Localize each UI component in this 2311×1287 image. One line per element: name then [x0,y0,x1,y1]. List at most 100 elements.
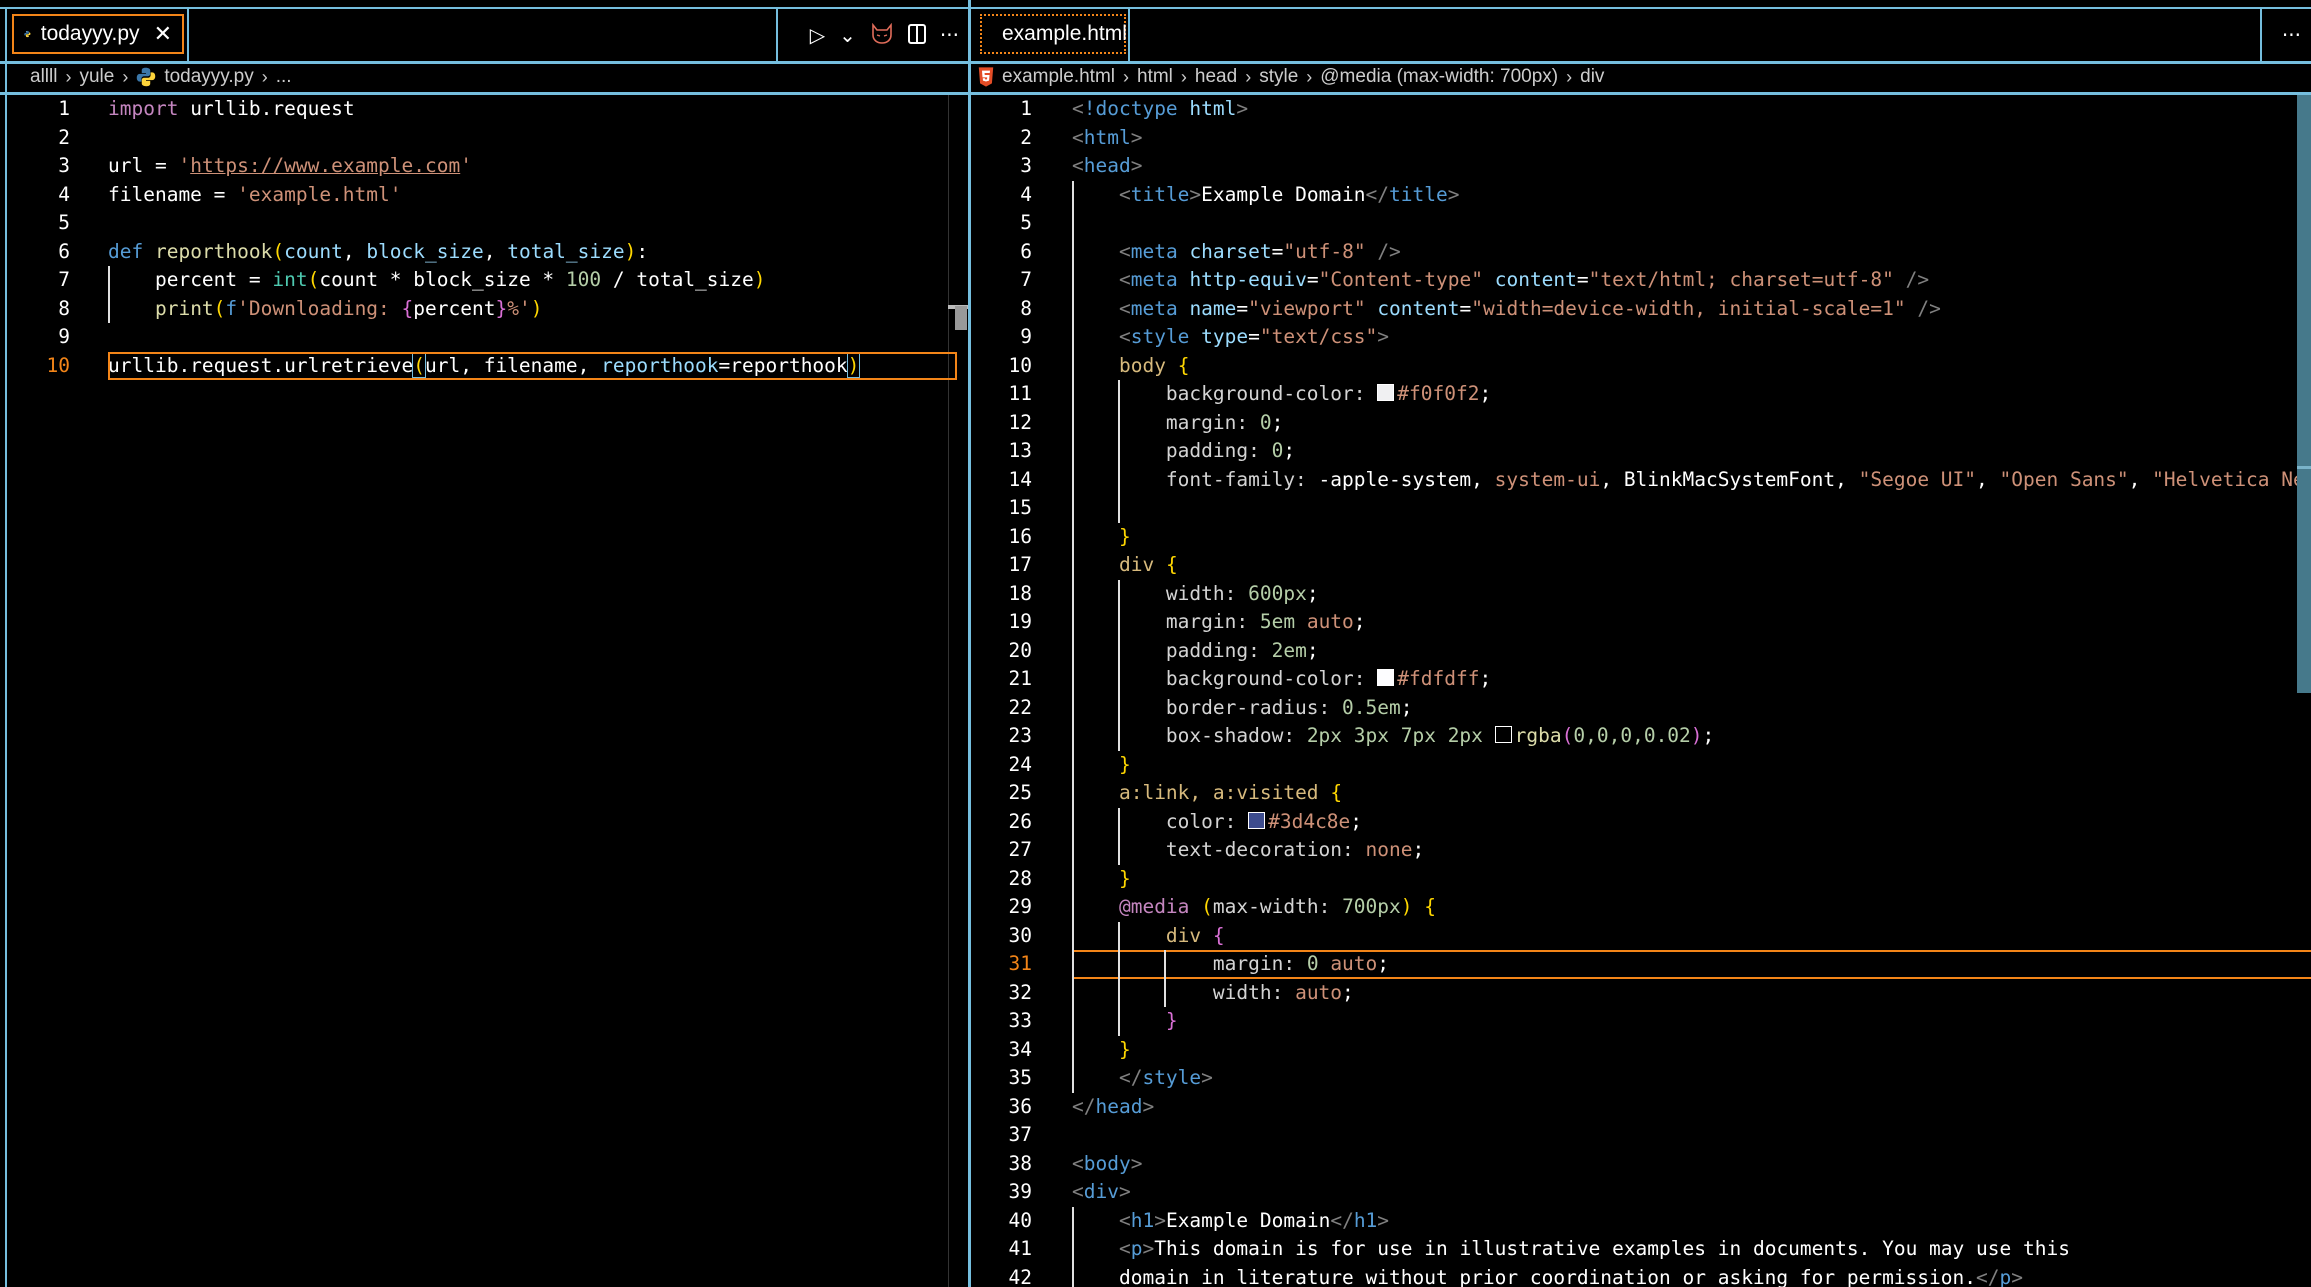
copilot-button[interactable] [870,22,894,48]
code-line[interactable]: 16 } [970,523,2311,552]
run-button[interactable]: ▷ [810,25,825,45]
more-actions-button[interactable]: ··· [940,25,959,45]
line-number: 36 [1008,1094,1032,1118]
code-text: <meta name="viewport" content="width=dev… [1118,296,1941,320]
code-line[interactable]: 7 percent = int(count * block_size * 100… [0,266,969,295]
code-line[interactable]: 25 a:link, a:visited { [970,779,2311,808]
code-line[interactable]: 22 border-radius: 0.5em; [970,694,2311,723]
code-line[interactable]: 3 <head> [970,152,2311,181]
breadcrumb-item[interactable]: ... [276,66,292,88]
code-line[interactable]: 15 [970,494,2311,523]
code-line[interactable]: 35 </style> [970,1064,2311,1093]
code-line[interactable]: 8 print(f'Downloading: {percent}%') [0,295,969,324]
code-line[interactable]: 20 padding: 2em; [970,637,2311,666]
code-line[interactable]: 37 [970,1121,2311,1150]
code-line[interactable]: 23 box-shadow: 2px 3px 7px 2px rgba(0,0,… [970,722,2311,751]
breadcrumb-item[interactable]: todayyy.py [164,66,253,88]
code-line[interactable]: 34 } [970,1036,2311,1065]
code-line[interactable]: 4 filename = 'example.html' [0,181,969,210]
code-line[interactable]: 13 padding: 0; [970,437,2311,466]
code-line[interactable]: 18 width: 600px; [970,580,2311,609]
code-line[interactable]: 8 <meta name="viewport" content="width=d… [970,295,2311,324]
code-line[interactable]: 24 } [970,751,2311,780]
code-line[interactable]: 26 color: #3d4c8e; [970,808,2311,837]
code-text: margin: 0; [1165,410,1284,434]
more-actions-button[interactable]: ··· [2282,25,2301,45]
tab-todayyy-py[interactable]: todayyy.py ✕ [12,14,184,54]
copilot-cat-icon [872,22,892,44]
indent-guide [1072,1206,1074,1287]
breadcrumb-item[interactable]: style [1259,66,1298,88]
code-line[interactable]: 5 [0,209,969,238]
code-text: padding: 2em; [1165,638,1319,662]
vertical-scrollbar[interactable] [2297,95,2311,693]
code-line[interactable]: 21 background-color: #fdfdff; [970,665,2311,694]
code-line[interactable]: 32 width: auto; [970,979,2311,1008]
code-line[interactable]: 6 <meta charset="utf-8" /> [970,238,2311,267]
code-line[interactable]: 9 <style type="text/css"> [970,323,2311,352]
breadcrumb-item[interactable]: @media (max-width: 700px) [1320,66,1558,88]
code-line[interactable]: 36 </head> [970,1093,2311,1122]
code-line[interactable]: 19 margin: 5em auto; [970,608,2311,637]
code-line[interactable]: 39 <div> [970,1178,2311,1207]
code-line[interactable]: 38 <body> [970,1150,2311,1179]
line-number: 35 [1008,1066,1032,1089]
line-number: 8 [58,296,70,320]
code-text: <style type="text/css"> [1118,325,1390,348]
code-text: <title>Example Domain</title> [1118,182,1460,206]
code-line[interactable]: 5 [970,209,2311,238]
current-line-highlight [1072,950,2311,979]
breadcrumb-item[interactable]: example.html [1002,66,1115,88]
right-editor-group: example.html ··· example.html › html › head ›… [970,0,2311,1287]
tab-example-html[interactable]: example.html [980,14,1127,54]
code-editor-python[interactable]: 1 import urllib.request 2 3 url = 'https://w… [0,95,969,1287]
code-line[interactable]: 12 margin: 0; [970,409,2311,438]
code-line[interactable]: 2 [0,124,969,153]
code-line[interactable]: 42 domain in literature without prior co… [970,1264,2311,1287]
code-line[interactable]: 6 def reporthook(count, block_size, total… [0,238,969,267]
line-number: 4 [58,182,70,206]
line-number: 19 [1008,610,1032,633]
breadcrumb-item[interactable]: div [1580,66,1604,88]
code-line[interactable]: 30 div { [970,922,2311,951]
code-line[interactable]: 28 } [970,865,2311,894]
code-text: <body> [1072,1151,1143,1175]
breadcrumb: allll › yule › todayyy.py ›... [0,62,969,95]
code-line[interactable]: 3 url = 'https://www.example.com' [0,152,969,181]
code-line[interactable]: 33 } [970,1007,2311,1036]
code-line[interactable]: 9 [0,323,969,352]
code-line[interactable]: 14 font-family: -apple-system, system-ui… [970,466,2311,495]
code-line[interactable]: 29 @media (max-width: 700px) { [970,893,2311,922]
html5-icon [978,67,994,87]
line-number: 23 [1008,724,1032,747]
code-text: } [1165,1009,1178,1032]
tab-label: example.html [1002,22,1127,45]
code-line[interactable]: 10 body { [970,352,2311,381]
code-line[interactable]: 7 <meta http-equiv="Content-type" conten… [970,266,2311,295]
code-line[interactable]: 40 <h1>Example Domain</h1> [970,1207,2311,1236]
close-tab-icon[interactable]: ✕ [154,21,172,47]
code-line[interactable]: 41 <p>This domain is for use in illustra… [970,1235,2311,1264]
code-editor-html[interactable]: 1 <!doctype html> 2 <html> 3 <head> 4 <title>E… [970,95,2311,1287]
breadcrumb-item[interactable]: allll [30,66,57,88]
split-editor-button[interactable] [907,23,926,47]
window-border [5,7,7,1287]
code-line[interactable]: 17 div { [970,551,2311,580]
code-line[interactable]: 1 <!doctype html> [970,95,2311,124]
code-line[interactable]: 4 <title>Example Domain</title> [970,181,2311,210]
breadcrumb-item[interactable]: head [1195,66,1237,88]
code-text: border-radius: 0.5em; [1165,695,1413,719]
code-text: width: auto; [1212,980,1354,1004]
code-line[interactable]: 27 text-decoration: none; [970,836,2311,865]
breadcrumb-item[interactable]: html [1137,66,1173,88]
line-number: 6 [58,239,70,263]
python-icon [24,30,31,38]
code-text: } [1118,524,1131,548]
python-icon [137,67,156,87]
code-text: padding: 0; [1165,439,1296,462]
breadcrumb-item[interactable]: yule [79,66,114,88]
code-line[interactable]: 2 <html> [970,124,2311,153]
run-dropdown-button[interactable]: ⌄ [839,25,856,45]
code-line[interactable]: 11 background-color: #f0f0f2; [970,380,2311,409]
code-line[interactable]: 1 import urllib.request [0,95,969,124]
